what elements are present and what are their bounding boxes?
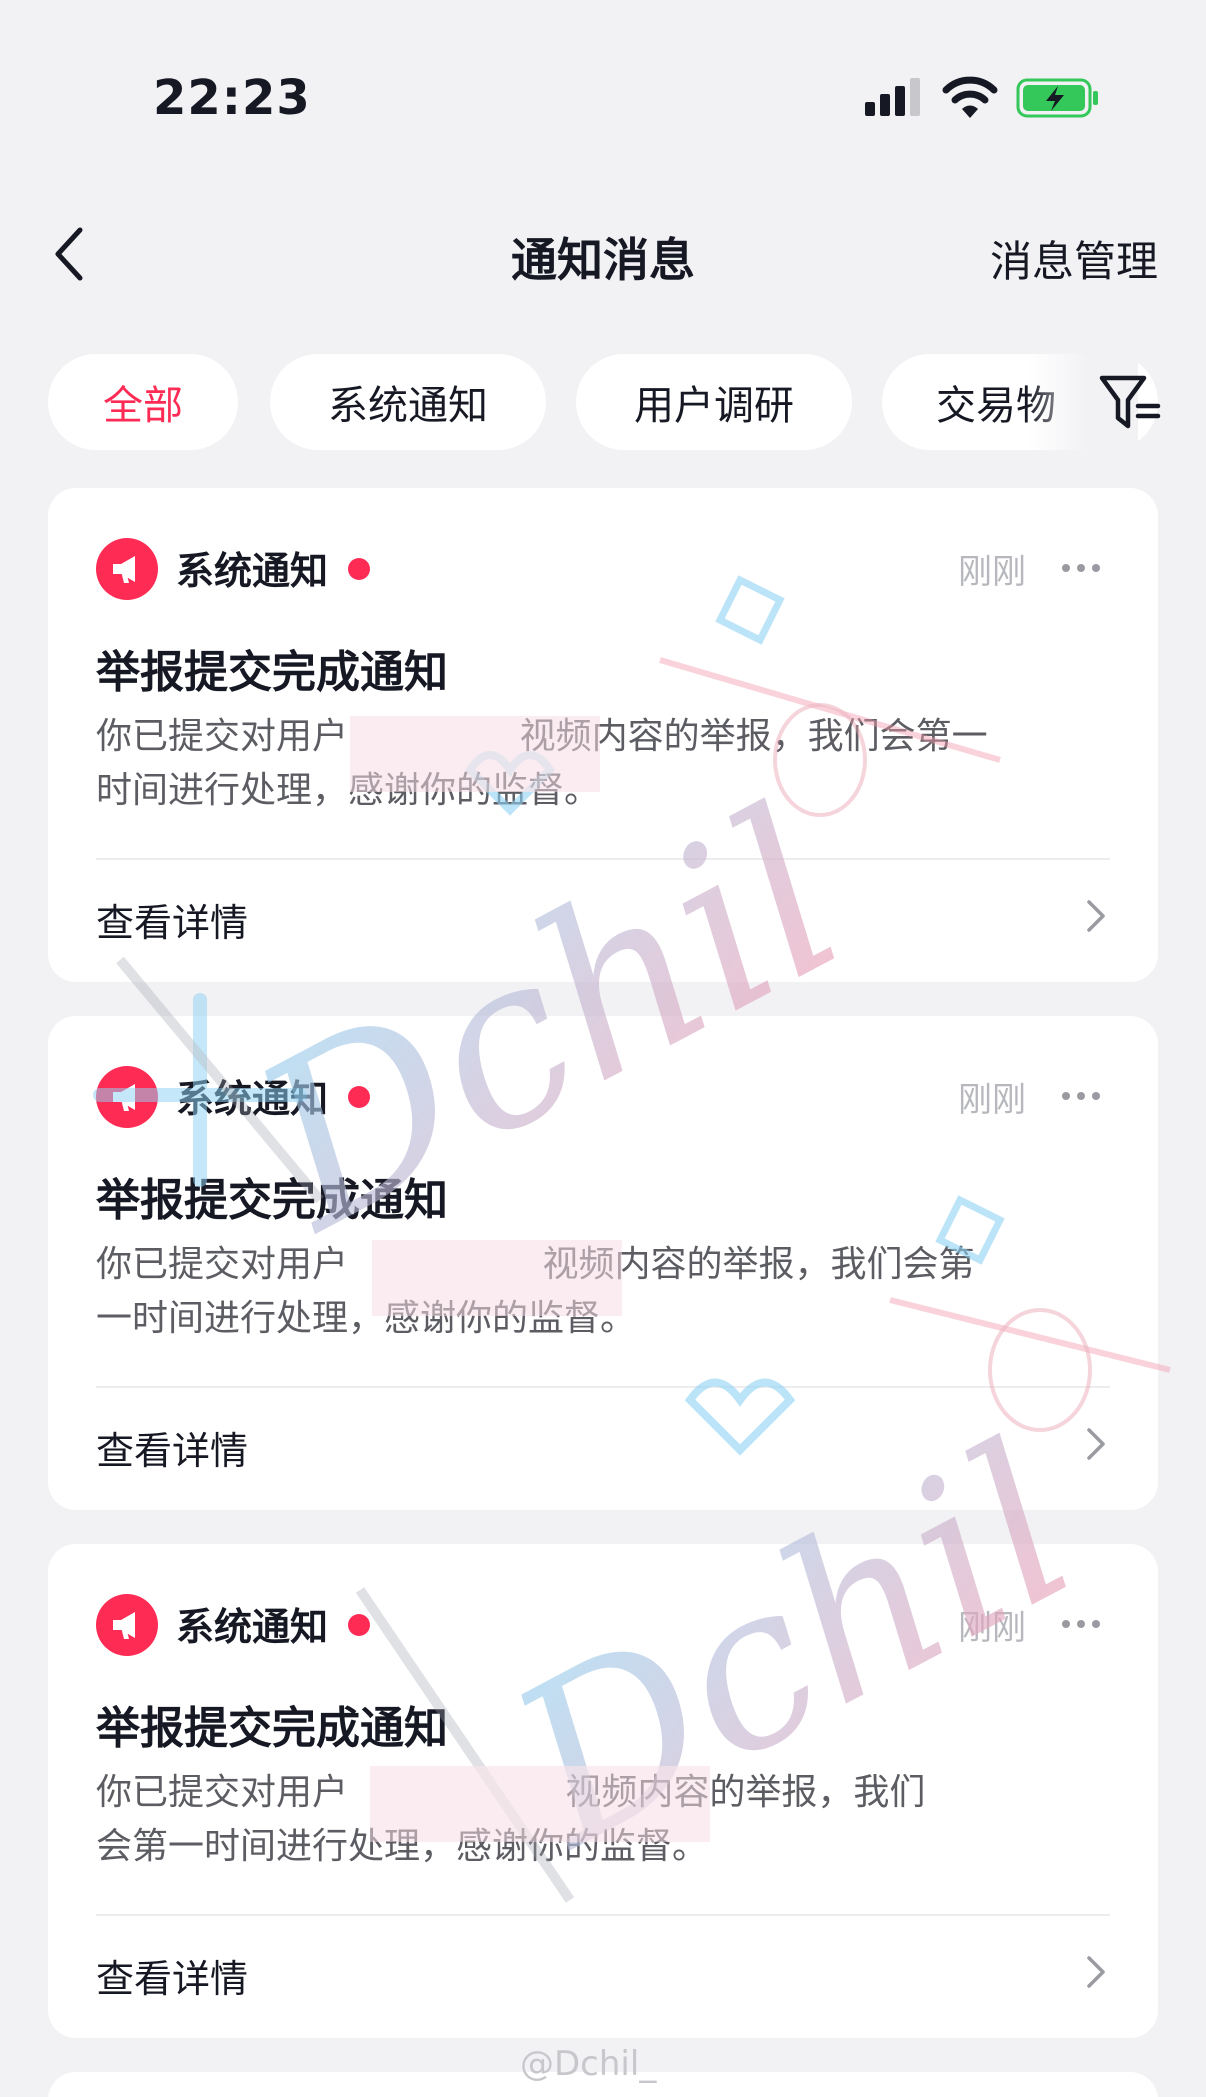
notification-source: 系统通知 <box>176 1077 329 1121</box>
megaphone-icon <box>96 538 158 600</box>
more-icon[interactable] <box>1060 1618 1102 1630</box>
notification-title: 举报提交完成通知 <box>96 1175 448 1226</box>
status-time: 22:23 <box>153 70 311 126</box>
tab-system-notice[interactable]: 系统通知 <box>270 354 546 450</box>
watermark-handle: @Dchil_ <box>520 2044 657 2084</box>
body-line: 会第一时间进行处理，感谢你的监督。 <box>96 1826 709 1867</box>
signal-icon <box>865 78 920 116</box>
notification-card[interactable]: 系统通知 刚刚 举报提交完成通知 你已提交对用户 视频内容的举报，我们 会第一时… <box>48 1544 1158 2038</box>
notification-source: 系统通知 <box>176 1605 329 1649</box>
body-line: 你已提交对用户 视频内容的举报，我们会第 <box>96 1244 975 1285</box>
notification-page: 22:23 通知消息 消息管理 全部 系统通知 用户调研 交易物 系统通知 刚刚… <box>0 0 1206 2097</box>
status-bar: 22:23 <box>0 0 1206 150</box>
notification-title: 举报提交完成通知 <box>96 1703 448 1754</box>
chevron-right-icon[interactable] <box>1084 1952 1108 1992</box>
megaphone-icon <box>96 1066 158 1128</box>
view-details-link[interactable]: 查看详情 <box>96 1948 248 2003</box>
notification-time: 刚刚 <box>958 552 1026 592</box>
body-line: 你已提交对用户 视频内容的举报，我们 <box>96 1772 926 1813</box>
message-management-button[interactable]: 消息管理 <box>990 228 1158 289</box>
nav-bar: 通知消息 消息管理 <box>0 200 1206 310</box>
chevron-right-icon[interactable] <box>1084 896 1108 936</box>
notification-body: 你已提交对用户 视频内容的举报，我们会第 一时间进行处理，感谢你的监督。 <box>96 1238 1106 1346</box>
body-line: 一时间进行处理，感谢你的监督。 <box>96 1298 637 1339</box>
category-tabs: 全部 系统通知 用户调研 交易物 <box>48 354 1168 450</box>
view-details-link[interactable]: 查看详情 <box>96 1420 248 1475</box>
chevron-right-icon[interactable] <box>1084 1424 1108 1464</box>
unread-dot <box>348 558 370 580</box>
notification-body: 你已提交对用户 视频内容的举报，我们会第一 时间进行处理，感谢你的监督。 <box>96 710 1106 818</box>
more-icon[interactable] <box>1060 1090 1102 1102</box>
notification-card[interactable]: 系统通知 刚刚 举报提交完成通知 你已提交对用户 视频内容的举报，我们会第 一时… <box>48 1016 1158 1510</box>
body-line: 你已提交对用户 视频内容的举报，我们会第一 <box>96 716 988 757</box>
unread-dot <box>348 1086 370 1108</box>
body-line: 时间进行处理，感谢你的监督。 <box>96 770 601 811</box>
battery-charging-icon <box>1016 78 1098 118</box>
notification-title: 举报提交完成通知 <box>96 647 448 698</box>
view-details-link[interactable]: 查看详情 <box>96 892 248 947</box>
more-icon[interactable] <box>1060 562 1102 574</box>
divider <box>96 858 1110 860</box>
notification-time: 刚刚 <box>958 1608 1026 1648</box>
notification-source: 系统通知 <box>176 549 329 593</box>
wifi-icon <box>942 76 998 118</box>
divider <box>96 1386 1110 1388</box>
unread-dot <box>348 1614 370 1636</box>
notification-body: 你已提交对用户 视频内容的举报，我们 会第一时间进行处理，感谢你的监督。 <box>96 1766 1106 1874</box>
notification-card[interactable]: 系统通知 刚刚 举报提交完成通知 你已提交对用户 视频内容的举报，我们会第一 时… <box>48 488 1158 982</box>
megaphone-icon <box>96 1594 158 1656</box>
divider <box>96 1914 1110 1916</box>
tab-all[interactable]: 全部 <box>48 354 238 450</box>
notification-time: 刚刚 <box>958 1080 1026 1120</box>
filter-icon[interactable] <box>1096 368 1164 436</box>
tab-user-survey[interactable]: 用户调研 <box>576 354 852 450</box>
